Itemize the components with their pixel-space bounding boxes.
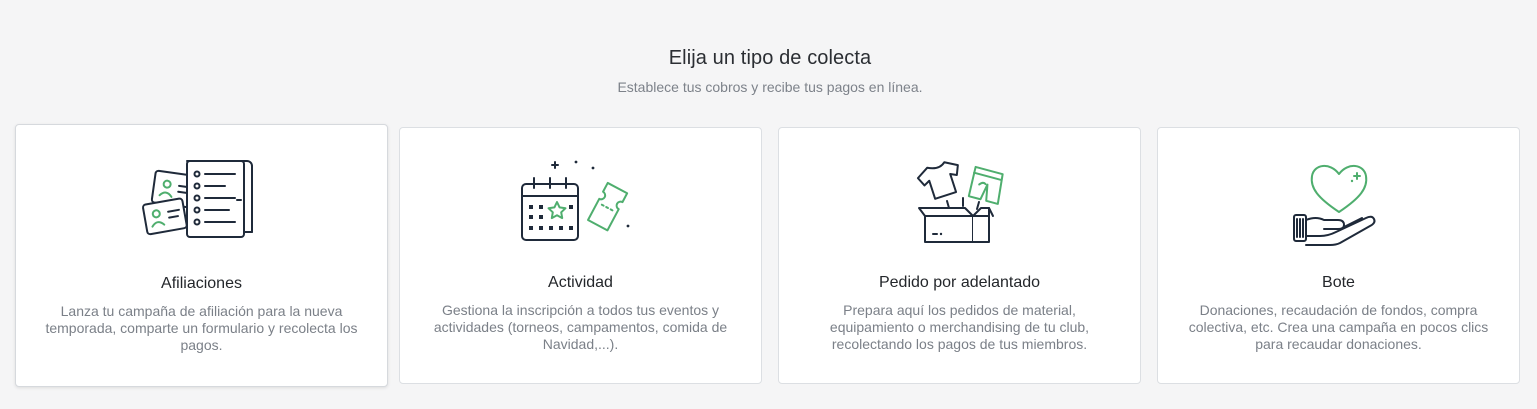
card-title: Afiliaciones	[161, 275, 242, 292]
membership-cards-icon	[141, 160, 253, 238]
card-description: Lanza tu campaña de afiliación para la n…	[45, 303, 358, 353]
card-description: Prepara aquí los pedidos de material, eq…	[829, 302, 1090, 352]
card-title: Pedido por adelantado	[878, 274, 1041, 291]
calendar-ticket-icon	[520, 160, 629, 241]
card-title: Actividad	[548, 274, 613, 291]
card-pedido-adelantado[interactable]: Pedido por adelantado Prepara aquí los p…	[778, 127, 1141, 384]
merch-box-icon	[916, 161, 1004, 243]
page-subtitle: Establece tus cobros y recibe tus pagos …	[617, 79, 923, 95]
card-title: Bote	[1322, 274, 1355, 291]
heart-hand-icon	[1292, 165, 1375, 246]
card-afiliaciones[interactable]: Afiliaciones Lanza tu campaña de afiliac…	[15, 124, 388, 387]
card-description: Donaciones, recaudación de fondos, compr…	[1188, 302, 1489, 352]
card-bote[interactable]: Bote Donaciones, recaudación de fondos, …	[1157, 127, 1520, 384]
collection-type-page: Elija un tipo de colecta Establece tus c…	[0, 0, 1537, 409]
card-actividad[interactable]: Actividad Gestiona la inscripción a todo…	[399, 127, 762, 384]
page-title: Elija un tipo de colecta	[668, 47, 872, 69]
page-heading: Elija un tipo de colecta Establece tus c…	[0, 44, 1537, 96]
card-description: Gestiona la inscripción a todos tus even…	[433, 302, 728, 352]
